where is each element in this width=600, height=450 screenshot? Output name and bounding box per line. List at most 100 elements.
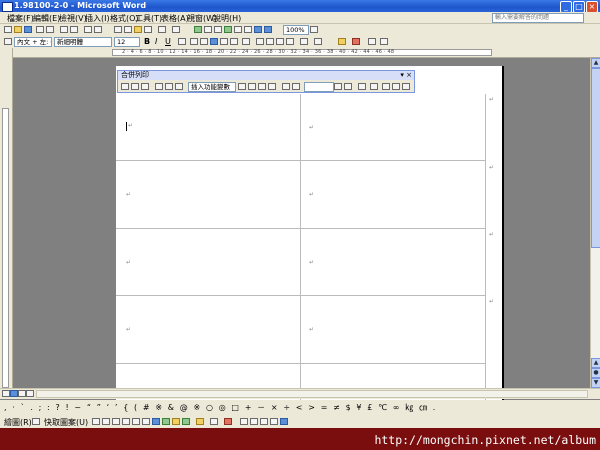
merge-to-email-icon[interactable]: [402, 83, 410, 90]
print-icon[interactable]: [60, 26, 68, 33]
web-layout-icon[interactable]: [10, 390, 18, 397]
align-center-icon[interactable]: [210, 38, 218, 45]
menu-table[interactable]: 表格(A): [161, 13, 189, 24]
font-size-select[interactable]: 12: [114, 37, 140, 47]
normal-view-icon[interactable]: [2, 390, 10, 397]
insert-excel-icon[interactable]: [224, 26, 232, 33]
main-document-setup-icon[interactable]: [121, 83, 129, 90]
font-select[interactable]: 新細明體: [54, 37, 112, 47]
redo-icon[interactable]: [172, 26, 180, 33]
styles-icon[interactable]: [4, 38, 12, 45]
line-spacing-icon[interactable]: [242, 38, 250, 45]
distributed-icon[interactable]: [230, 38, 238, 45]
mail-merge-title[interactable]: 合併列印: [118, 71, 414, 80]
email-icon[interactable]: [46, 26, 54, 33]
enclose-char-icon[interactable]: [368, 38, 376, 45]
wordart-icon[interactable]: [152, 418, 160, 425]
label-cell[interactable]: ↵: [301, 94, 486, 161]
textbox-icon[interactable]: [132, 418, 140, 425]
label-cell[interactable]: ↵: [116, 94, 301, 161]
vertical-ruler[interactable]: [0, 48, 13, 388]
scroll-thumb[interactable]: [591, 68, 600, 248]
line-icon[interactable]: [92, 418, 100, 425]
highlight-icon[interactable]: [338, 38, 346, 45]
label-cell[interactable]: ↵: [116, 296, 301, 364]
align-left-icon[interactable]: [200, 38, 208, 45]
numbering-icon[interactable]: [256, 38, 264, 45]
tables-borders-icon[interactable]: [204, 26, 212, 33]
permission-icon[interactable]: [36, 26, 44, 33]
line-color-icon[interactable]: [210, 418, 218, 425]
copy-icon[interactable]: [124, 26, 132, 33]
zoom-select[interactable]: 100%: [283, 25, 309, 35]
propagate-labels-icon[interactable]: [268, 83, 276, 90]
vertical-scrollbar[interactable]: ▲ ▲ ● ▼: [590, 58, 600, 388]
insert-table-icon[interactable]: [214, 26, 222, 33]
drawing-icon[interactable]: [244, 26, 252, 33]
recipients-icon[interactable]: [141, 83, 149, 90]
document-map-icon[interactable]: [254, 26, 262, 33]
picture-icon[interactable]: [182, 418, 190, 425]
char-scale-icon[interactable]: [380, 38, 388, 45]
insert-word-field-select[interactable]: 插入功能變數: [188, 82, 236, 92]
insert-greeting-icon[interactable]: [165, 83, 173, 90]
label-cell[interactable]: ↵: [301, 296, 486, 364]
select-objects-icon[interactable]: [32, 418, 40, 425]
insert-field-icon[interactable]: [175, 83, 183, 90]
merge-to-new-icon[interactable]: [382, 83, 390, 90]
fill-color-icon[interactable]: [196, 418, 204, 425]
view-merged-data-icon[interactable]: [238, 83, 246, 90]
horizontal-ruler[interactable]: 2 · 4 · 6 · 8 · 10 · 12 · 14 · 16 · 18 ·…: [12, 48, 600, 58]
italic-button[interactable]: I: [155, 37, 157, 46]
find-entry-icon[interactable]: [358, 83, 366, 90]
spelling-icon[interactable]: [84, 26, 92, 33]
open-data-source-icon[interactable]: [131, 83, 139, 90]
outline-view-icon[interactable]: [26, 390, 34, 397]
first-record-icon[interactable]: [282, 83, 290, 90]
oval-icon[interactable]: [122, 418, 130, 425]
arrow-style-icon[interactable]: [260, 418, 268, 425]
open-folder-icon[interactable]: [14, 26, 22, 33]
columns-icon[interactable]: [234, 26, 242, 33]
save-icon[interactable]: [24, 26, 32, 33]
shadow-icon[interactable]: [270, 418, 278, 425]
print-layout-icon[interactable]: [18, 390, 26, 397]
undo-icon[interactable]: [158, 26, 166, 33]
align-right-icon[interactable]: [220, 38, 228, 45]
format-painter-icon[interactable]: [144, 26, 152, 33]
bold-button[interactable]: B: [144, 37, 150, 46]
menu-file[interactable]: 檔案(F): [7, 13, 34, 24]
show-hide-icon[interactable]: [264, 26, 272, 33]
increase-indent-icon[interactable]: [286, 38, 294, 45]
new-document-icon[interactable]: [4, 26, 12, 33]
align-justify-icon[interactable]: [190, 38, 198, 45]
outside-border-icon[interactable]: [314, 38, 322, 45]
next-record-icon[interactable]: [334, 83, 342, 90]
menu-view[interactable]: 檢視(V): [59, 13, 87, 24]
insert-address-block-icon[interactable]: [155, 83, 163, 90]
decrease-indent-icon[interactable]: [276, 38, 284, 45]
menu-help[interactable]: 說明(H): [213, 13, 241, 24]
rectangle-icon[interactable]: [112, 418, 120, 425]
clipart-icon[interactable]: [172, 418, 180, 425]
menu-tools[interactable]: 工具(T): [135, 13, 162, 24]
scroll-up-icon[interactable]: ▲: [591, 58, 600, 68]
paste-icon[interactable]: [134, 26, 142, 33]
arrow-icon[interactable]: [102, 418, 110, 425]
record-number-input[interactable]: [304, 82, 334, 92]
vertical-textbox-icon[interactable]: [142, 418, 150, 425]
document-page[interactable]: ↵ ↵ ↵ ↵ ↵ ↵ ↵ ↵ ↵ ↵ ↵ ↵: [116, 66, 504, 406]
menu-insert[interactable]: 插入(I): [85, 13, 110, 24]
label-cell[interactable]: ↵: [116, 229, 301, 296]
label-cell[interactable]: ↵: [301, 161, 486, 229]
mail-merge-close-icon[interactable]: ▾ ×: [400, 71, 412, 80]
previous-page-icon[interactable]: ▲: [591, 358, 600, 368]
draw-menu-button[interactable]: 繪圖(R): [4, 417, 32, 428]
phonetic-guide-icon[interactable]: [300, 38, 308, 45]
highlight-fields-icon[interactable]: [248, 83, 256, 90]
symbol-buttons[interactable]: , · ˋ . ; : ? ! ~ “ ” ‘ ’ { ( # ※ & @ ※ …: [4, 402, 437, 413]
dash-style-icon[interactable]: [250, 418, 258, 425]
label-cell[interactable]: ↵: [301, 229, 486, 296]
previous-record-icon[interactable]: [292, 83, 300, 90]
char-border-icon[interactable]: [178, 38, 186, 45]
